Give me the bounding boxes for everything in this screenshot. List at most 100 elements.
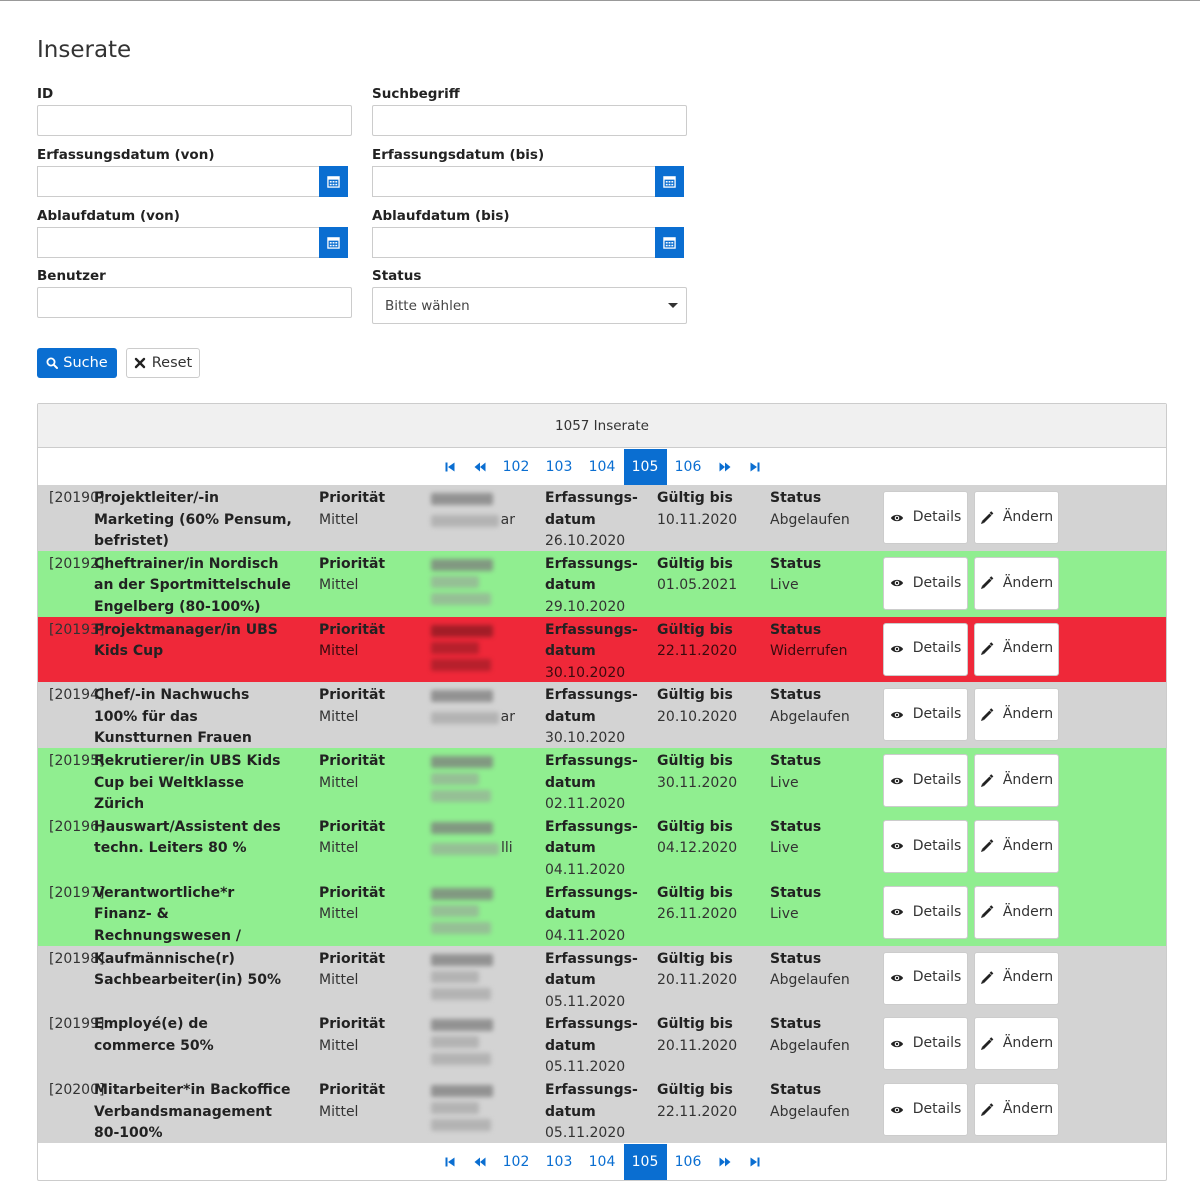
edit-button[interactable]: Ändern <box>974 754 1059 808</box>
details-button[interactable]: Details <box>883 622 968 676</box>
pagination-bottom: 102 103 104 105 106 <box>38 1144 1166 1180</box>
calendar-icon <box>327 176 340 188</box>
pencil-icon <box>980 971 994 985</box>
edit-button[interactable]: Ändern <box>974 819 1059 873</box>
last-page-button[interactable] <box>740 1144 770 1180</box>
valid-cell: Gültig bis 20.11.2020 <box>657 1014 737 1057</box>
next-page-button[interactable] <box>710 449 740 485</box>
page-link[interactable]: 106 <box>667 449 710 485</box>
page-link[interactable]: 103 <box>538 449 581 485</box>
user-suffix: ar <box>500 708 515 725</box>
created-label-1: Erfassungs- <box>545 818 638 835</box>
status-cell: Status Live <box>770 554 821 597</box>
user-name-redacted <box>431 843 499 856</box>
first-page-icon <box>445 1157 454 1167</box>
valid-label: Gültig bis <box>657 687 733 704</box>
last-page-button[interactable] <box>740 449 770 485</box>
page-link-active[interactable]: 105 <box>623 449 667 485</box>
edit-button[interactable]: Ändern <box>974 951 1059 1005</box>
edit-button[interactable]: Ändern <box>974 491 1059 544</box>
details-button[interactable]: Details <box>883 1083 968 1137</box>
search-icon <box>46 357 59 369</box>
expiry-to-calendar-button[interactable] <box>655 227 684 258</box>
expiry-from-calendar-button[interactable] <box>319 227 348 258</box>
status-value: Widerrufen <box>770 643 848 660</box>
details-button[interactable]: Details <box>883 951 968 1005</box>
eye-icon <box>890 580 903 587</box>
details-button[interactable]: Details <box>883 556 968 610</box>
edit-button[interactable]: Ändern <box>974 1083 1059 1137</box>
page-link[interactable]: 104 <box>581 1144 624 1180</box>
expiry-to-group <box>372 227 684 258</box>
priority-value: Mittel <box>319 511 359 528</box>
created-from-input[interactable] <box>37 166 319 197</box>
first-page-button[interactable] <box>435 449 465 485</box>
forward-icon <box>719 462 730 472</box>
backward-icon <box>474 1157 485 1167</box>
details-button[interactable]: Details <box>883 754 968 808</box>
created-value: 29.10.2020 <box>545 598 626 615</box>
edit-button[interactable]: Ändern <box>974 688 1059 742</box>
first-page-button[interactable] <box>435 1144 465 1180</box>
edit-button[interactable]: Ändern <box>974 556 1059 610</box>
details-button[interactable]: Details <box>883 885 968 939</box>
edit-button-label: Ändern <box>1002 1100 1054 1117</box>
details-button[interactable]: Details <box>883 1017 968 1071</box>
user-name-redacted <box>431 493 493 505</box>
edit-button[interactable]: Ändern <box>974 1017 1059 1071</box>
details-button-label: Details <box>912 1100 962 1117</box>
page-link[interactable]: 102 <box>495 1144 538 1180</box>
table-row: [20197] Verantwortliche*r Finanz- & Rechn… <box>38 879 1166 965</box>
status-label: Status <box>770 1016 822 1033</box>
details-button-label: Details <box>912 1035 962 1052</box>
user-name-redacted <box>431 773 479 786</box>
details-button[interactable]: Details <box>883 688 968 742</box>
created-to-input[interactable] <box>372 166 655 197</box>
forward-icon <box>719 1157 730 1167</box>
user-name-redacted <box>431 1019 493 1032</box>
user-name-redacted <box>431 624 493 637</box>
edit-button-label: Ändern <box>1002 640 1054 657</box>
search-input[interactable] <box>372 105 687 136</box>
created-value: 04.11.2020 <box>545 861 626 878</box>
page-link[interactable]: 103 <box>538 1144 581 1180</box>
details-button[interactable]: Details <box>883 819 968 873</box>
id-input[interactable] <box>37 105 352 136</box>
edit-button[interactable]: Ändern <box>974 885 1059 939</box>
details-button[interactable]: Details <box>883 491 968 544</box>
eye-icon <box>890 1106 903 1113</box>
table-row: [20196] Hauswart/Assistent des techn. Lei… <box>38 813 1166 880</box>
row-title: Projektmanager/in UBS Kids Cup <box>94 621 278 660</box>
expiry-from-input[interactable] <box>37 227 319 258</box>
created-from-calendar-button[interactable] <box>319 166 348 197</box>
user-suffix: lli <box>501 840 513 857</box>
priority-label: Priorität <box>319 753 386 770</box>
status-select[interactable]: Bitte wählen <box>372 287 687 324</box>
edit-button[interactable]: Ändern <box>974 622 1059 676</box>
created-label-2: datum <box>545 972 596 989</box>
eye-icon <box>890 843 903 850</box>
expiry-to-input[interactable] <box>372 227 655 258</box>
page-link[interactable]: 104 <box>581 449 624 485</box>
user-cell: ar <box>431 685 515 728</box>
next-page-button[interactable] <box>710 1144 740 1180</box>
priority-cell: Priorität Mittel <box>319 1080 385 1123</box>
prev-page-button[interactable] <box>465 449 495 485</box>
search-button[interactable]: Suche <box>37 348 117 378</box>
close-icon <box>134 357 145 369</box>
page-link[interactable]: 106 <box>667 1144 710 1180</box>
user-cell <box>431 620 515 676</box>
reset-button[interactable]: Reset <box>126 348 200 378</box>
details-button-label: Details <box>912 903 962 920</box>
priority-cell: Priorität Mittel <box>319 685 385 728</box>
user-input[interactable] <box>37 287 352 318</box>
prev-page-button[interactable] <box>465 1144 495 1180</box>
created-to-calendar-button[interactable] <box>655 166 684 197</box>
created-label-1: Erfassungs- <box>545 884 638 901</box>
page-link[interactable]: 102 <box>495 449 538 485</box>
created-label-1: Erfassungs- <box>545 1016 638 1033</box>
user-suffix: ar <box>500 511 515 528</box>
page-link-active[interactable]: 105 <box>623 1144 667 1180</box>
status-label: Status <box>770 818 822 835</box>
status-label: Status <box>770 753 822 770</box>
